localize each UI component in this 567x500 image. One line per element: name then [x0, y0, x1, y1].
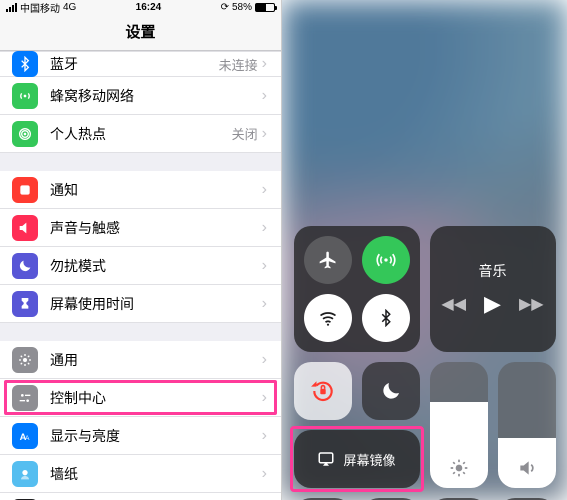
network-label: 4G — [63, 2, 76, 13]
sounds-icon — [12, 215, 38, 241]
signal-bars-icon — [6, 3, 17, 12]
music-module[interactable]: 音乐 ◀◀ ▶ ▶▶ — [430, 226, 556, 352]
airplane-icon — [318, 250, 338, 270]
svg-text:A: A — [25, 435, 30, 442]
bluetooth-toggle[interactable] — [362, 294, 410, 342]
chevron-right-icon: › — [262, 427, 267, 445]
control-center-screenshot: 音乐 ◀◀ ▶ ▶▶ — [282, 0, 567, 500]
notifications-icon — [12, 177, 38, 203]
row-value: 未连接 — [219, 55, 258, 74]
play-icon[interactable]: ▶ — [484, 291, 501, 317]
row-label: 显示与亮度 — [50, 426, 262, 446]
chevron-right-icon: › — [262, 351, 267, 369]
settings-row-wallpaper[interactable]: 墙纸› — [0, 455, 281, 493]
settings-row-screentime[interactable]: 屏幕使用时间› — [0, 285, 281, 323]
settings-row-dnd[interactable]: 勿扰模式› — [0, 247, 281, 285]
row-label: 屏幕使用时间 — [50, 294, 262, 314]
status-bar: 中国移动 4G 16:24 ⟳ 58% — [0, 0, 281, 15]
screen-mirroring-label: 屏幕镜像 — [343, 450, 395, 469]
chevron-right-icon: › — [262, 55, 267, 73]
battery-percent-label: 58% — [232, 2, 252, 13]
row-label: 通用 — [50, 350, 262, 370]
cellular-data-icon — [376, 250, 396, 270]
chevron-right-icon: › — [262, 389, 267, 407]
clock-label: 16:24 — [76, 2, 220, 13]
chevron-right-icon: › — [262, 219, 267, 237]
volume-slider[interactable] — [498, 362, 556, 488]
chevron-right-icon: › — [262, 87, 267, 105]
row-label: 个人热点 — [50, 124, 232, 144]
next-track-icon[interactable]: ▶▶ — [519, 294, 544, 314]
settings-row-hotspot[interactable]: 个人热点关闭› — [0, 115, 281, 153]
do-not-disturb-toggle[interactable] — [362, 362, 420, 420]
moon-icon — [379, 379, 403, 403]
settings-row-siri[interactable]: Siri 与搜索› — [0, 493, 281, 500]
prev-track-icon[interactable]: ◀◀ — [441, 294, 466, 314]
general-icon — [12, 347, 38, 373]
brightness-icon — [449, 458, 469, 478]
row-label: 控制中心 — [50, 388, 262, 408]
screentime-icon — [12, 291, 38, 317]
hotspot-icon — [12, 121, 38, 147]
row-label: 蜂窝移动网络 — [50, 86, 262, 106]
chevron-right-icon: › — [262, 465, 267, 483]
volume-icon — [517, 458, 537, 478]
row-label: 声音与触感 — [50, 218, 262, 238]
wifi-icon — [318, 308, 338, 328]
wallpaper-icon — [12, 461, 38, 487]
settings-row-cellular[interactable]: 蜂窝移动网络› — [0, 77, 281, 115]
control-icon — [12, 385, 38, 411]
settings-row-notifications[interactable]: 通知› — [0, 171, 281, 209]
dnd-icon — [12, 253, 38, 279]
brightness-slider[interactable] — [430, 362, 488, 488]
row-label: 勿扰模式 — [50, 256, 262, 276]
music-title: 音乐 — [479, 261, 507, 281]
settings-row-control[interactable]: 控制中心› — [0, 379, 281, 417]
orientation-lock-icon — [310, 378, 336, 404]
chevron-right-icon: › — [262, 125, 267, 143]
screen-mirroring-icon — [317, 450, 335, 468]
display-icon: AA — [12, 423, 38, 449]
settings-row-display[interactable]: AA 显示与亮度› — [0, 417, 281, 455]
screen-mirroring-button[interactable]: 屏幕镜像 — [294, 430, 420, 488]
orientation-lock-toggle[interactable] — [294, 362, 352, 420]
settings-row-bluetooth[interactable]: 蓝牙未连接› — [0, 51, 281, 77]
settings-row-sounds[interactable]: 声音与触感› — [0, 209, 281, 247]
row-label: 蓝牙 — [50, 54, 219, 74]
chevron-right-icon: › — [262, 181, 267, 199]
bluetooth-icon — [12, 51, 38, 77]
settings-list: 蓝牙未连接›蜂窝移动网络›个人热点关闭› 通知›声音与触感›勿扰模式›屏幕使用时… — [0, 51, 281, 500]
settings-app: 中国移动 4G 16:24 ⟳ 58% 设置 蓝牙未连接›蜂窝移动网络›个人热点… — [0, 0, 282, 500]
cellular-data-toggle[interactable] — [362, 236, 410, 284]
chevron-right-icon: › — [262, 257, 267, 275]
row-label: 通知 — [50, 180, 262, 200]
chevron-right-icon: › — [262, 295, 267, 313]
carrier-label: 中国移动 — [20, 0, 60, 15]
wifi-toggle[interactable] — [304, 294, 352, 342]
row-value: 关闭 — [232, 124, 258, 143]
row-label: 墙纸 — [50, 464, 262, 484]
settings-row-general[interactable]: 通用› — [0, 341, 281, 379]
connectivity-module — [294, 226, 420, 352]
cellular-icon — [12, 83, 38, 109]
battery-icon — [255, 3, 275, 12]
bluetooth-icon — [377, 309, 395, 327]
sync-icon: ⟳ — [221, 2, 229, 13]
airplane-toggle[interactable] — [304, 236, 352, 284]
page-title: 设置 — [0, 15, 281, 51]
control-center: 音乐 ◀◀ ▶ ▶▶ — [282, 214, 567, 500]
